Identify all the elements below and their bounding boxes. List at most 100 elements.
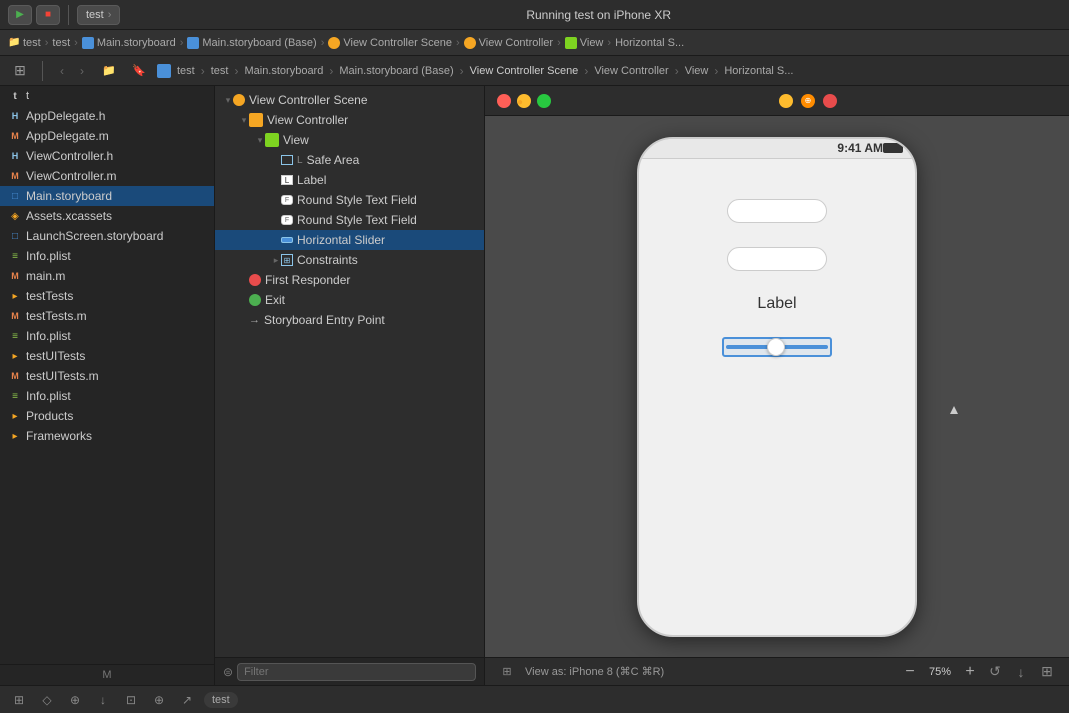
tree-item-first-responder[interactable]: ▾ First Responder bbox=[215, 270, 484, 290]
file-item-testTests[interactable]: ▸ testTests bbox=[0, 286, 214, 306]
breadcrumb-test2[interactable]: test bbox=[52, 37, 70, 49]
bottom-plus-icon[interactable]: ⊕ bbox=[148, 689, 170, 711]
canvas-scroll[interactable]: → 9:41 AM bbox=[485, 116, 1069, 657]
round-text-field-2[interactable] bbox=[727, 247, 827, 271]
file-item-launchscreen[interactable]: □ LaunchScreen.storyboard bbox=[0, 226, 214, 246]
toolbar-divider-2 bbox=[42, 61, 43, 81]
products-icon: ▸ bbox=[8, 409, 22, 423]
canvas-orange-control[interactable]: ⊕ bbox=[801, 94, 815, 108]
canvas-yellow-control[interactable] bbox=[779, 94, 793, 108]
horizontal-slider[interactable] bbox=[722, 337, 832, 357]
tree-item-label[interactable]: ▾ L Label bbox=[215, 170, 484, 190]
path-base: Main.storyboard (Base) bbox=[339, 65, 453, 77]
scene-icon bbox=[328, 37, 340, 49]
bottom-grid2-icon[interactable]: ⊡ bbox=[120, 689, 142, 711]
breadcrumb-vc[interactable]: View Controller bbox=[464, 37, 553, 49]
breadcrumb-view[interactable]: View bbox=[565, 37, 604, 49]
tree-item-text-field-2[interactable]: ▾ F Round Style Text Field bbox=[215, 210, 484, 230]
bottom-share-icon[interactable]: ↗ bbox=[176, 689, 198, 711]
tree-item-vc[interactable]: ▾ View Controller bbox=[215, 110, 484, 130]
tree-item-safe-area[interactable]: ▾ L Safe Area bbox=[215, 150, 484, 170]
filter-icon: ⊜ bbox=[223, 665, 233, 679]
nav-back-button[interactable]: ‹ bbox=[53, 60, 71, 82]
launch-icon: □ bbox=[8, 229, 22, 243]
breadcrumb-test[interactable]: 📁 test bbox=[8, 37, 41, 49]
iphone-content: Label bbox=[639, 159, 915, 397]
refresh-icon[interactable]: ↺ bbox=[985, 662, 1005, 682]
file-item-main-m[interactable]: M main.m bbox=[0, 266, 214, 286]
iphone-status-bar: 9:41 AM bbox=[639, 139, 915, 159]
file-item-assets[interactable]: ◈ Assets.xcassets bbox=[0, 206, 214, 226]
file-item-info-plist[interactable]: ≡ Info.plist bbox=[0, 246, 214, 266]
plist-icon: ≡ bbox=[8, 249, 22, 263]
tree-item-view[interactable]: ▾ View bbox=[215, 130, 484, 150]
file-item-testTests-m[interactable]: M testTests.m bbox=[0, 306, 214, 326]
nav-buttons: ‹ › bbox=[53, 60, 91, 82]
breadcrumb-mainstoryboard-base[interactable]: Main.storyboard (Base) bbox=[187, 37, 316, 49]
download-icon[interactable]: ↓ bbox=[1011, 662, 1031, 682]
tree-item-slider[interactable]: ▾ Horizontal Slider bbox=[215, 230, 484, 250]
nav-forward-button[interactable]: › bbox=[73, 60, 91, 82]
round-text-field-1[interactable] bbox=[727, 199, 827, 223]
storyboard-icon bbox=[82, 37, 94, 49]
yellow-dot[interactable]: ● bbox=[517, 94, 531, 108]
path-sep3: › bbox=[329, 64, 333, 78]
grid-icon[interactable]: ⊞ bbox=[1037, 662, 1057, 682]
green-dot[interactable]: ● bbox=[537, 94, 551, 108]
tree-item-constraints[interactable]: ▸ ⊞ Constraints bbox=[215, 250, 484, 270]
file-item-info-plist3[interactable]: ≡ Info.plist bbox=[0, 386, 214, 406]
file-item-appdelegate-h[interactable]: H AppDelegate.h bbox=[0, 106, 214, 126]
layout-toggle-button[interactable]: ⊞ bbox=[497, 662, 517, 682]
slider-track bbox=[726, 345, 828, 349]
slider-thumb[interactable] bbox=[767, 338, 785, 356]
chevron-down-icon: › bbox=[108, 9, 112, 21]
safe-area-icon bbox=[281, 155, 293, 165]
storyboard-button[interactable] bbox=[157, 64, 171, 78]
tree-item-vc-scene[interactable]: ▾ View Controller Scene bbox=[215, 90, 484, 110]
file-item-t[interactable]: t t bbox=[0, 86, 214, 106]
bottom-down-icon[interactable]: ↓ bbox=[92, 689, 114, 711]
vc-icon bbox=[464, 37, 476, 49]
zoom-minus-button[interactable]: − bbox=[901, 663, 919, 681]
red-dot[interactable] bbox=[497, 94, 511, 108]
expand-safe-area: ▾ bbox=[271, 153, 281, 167]
file-item-products[interactable]: ▸ Products bbox=[0, 406, 214, 426]
breadcrumb-vc-scene[interactable]: View Controller Scene bbox=[328, 37, 452, 49]
testTests-icon: ▸ bbox=[8, 289, 22, 303]
responder-icon bbox=[249, 274, 261, 286]
run-button[interactable]: ▶ bbox=[8, 5, 32, 25]
tree-item-entry-point[interactable]: ▾ → Storyboard Entry Point bbox=[215, 310, 484, 330]
path-sep2: › bbox=[234, 64, 238, 78]
bottom-diamond-icon[interactable]: ◇ bbox=[36, 689, 58, 711]
canvas-red-control[interactable] bbox=[823, 94, 837, 108]
breadcrumb-mainstoryboard[interactable]: Main.storyboard bbox=[82, 37, 176, 49]
file-item-appdelegate-m[interactable]: M AppDelegate.m bbox=[0, 126, 214, 146]
constraints-icon: ⊞ bbox=[281, 254, 293, 266]
path-vc-scene: View Controller Scene bbox=[470, 65, 579, 77]
path-sep6: › bbox=[675, 64, 679, 78]
folder-button[interactable]: 📁 bbox=[97, 60, 121, 82]
stop-button[interactable]: ■ bbox=[36, 5, 60, 25]
tag-button[interactable]: 🔖 bbox=[127, 60, 151, 82]
file-item-testUITests-m[interactable]: M testUITests.m bbox=[0, 366, 214, 386]
tree-item-exit[interactable]: ▾ Exit bbox=[215, 290, 484, 310]
file-item-viewcontroller-m[interactable]: M ViewController.m bbox=[0, 166, 214, 186]
folder-icon: 📁 bbox=[8, 37, 20, 49]
file-item-info-plist2[interactable]: ≡ Info.plist bbox=[0, 326, 214, 346]
file-item-viewcontroller-h[interactable]: H ViewController.h bbox=[0, 146, 214, 166]
canvas-bottom-bar: ⊞ View as: iPhone 8 (⌘C ⌘R) − 75% + ↺ ↓ … bbox=[485, 657, 1069, 685]
scheme-selector[interactable]: test › bbox=[77, 5, 120, 25]
grid-view-button[interactable]: ⊞ bbox=[8, 60, 32, 82]
bottom-expand-icon[interactable]: ⊞ bbox=[8, 689, 30, 711]
tree-item-text-field-1[interactable]: ▾ F Round Style Text Field bbox=[215, 190, 484, 210]
file-item-frameworks[interactable]: ▸ Frameworks bbox=[0, 426, 214, 446]
file-item-testUITests[interactable]: ▸ testUITests bbox=[0, 346, 214, 366]
bottom-add-icon[interactable]: ⊕ bbox=[64, 689, 86, 711]
tree-list: ▾ View Controller Scene ▾ View Controlle… bbox=[215, 86, 484, 657]
zoom-plus-button[interactable]: + bbox=[961, 663, 979, 681]
bottom-icons: ⊞ bbox=[497, 662, 517, 682]
file-item-mainstoryboard[interactable]: □ Main.storyboard bbox=[0, 186, 214, 206]
breadcrumb-slider[interactable]: Horizontal S... bbox=[615, 37, 684, 49]
path-sep4: › bbox=[460, 64, 464, 78]
filter-input[interactable] bbox=[237, 663, 476, 681]
